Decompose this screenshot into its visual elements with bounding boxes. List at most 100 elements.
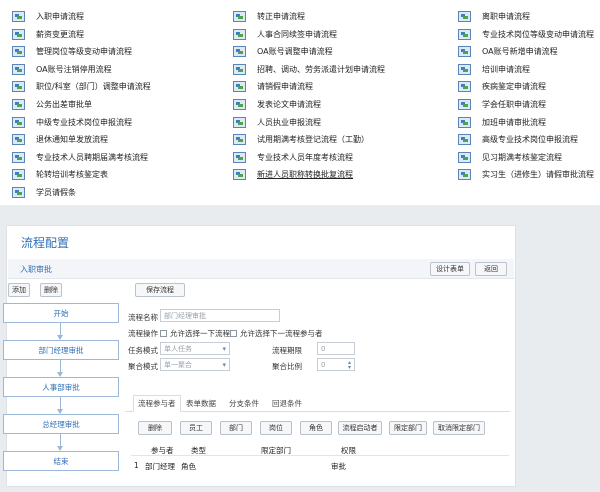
flow-step-start[interactable]: 开始 xyxy=(3,303,119,323)
flow-link[interactable]: 中级专业技术岗位申报流程 xyxy=(12,114,132,131)
flow-diagram-icon xyxy=(12,134,25,146)
flow-diagram-icon xyxy=(12,63,25,75)
flow-diagram-icon xyxy=(458,46,471,58)
tab-branch-conditions[interactable]: 分支条件 xyxy=(225,395,263,412)
add-department-button[interactable]: 部门 xyxy=(220,421,252,435)
flow-link[interactable]: 离职申请流程 xyxy=(458,8,530,25)
flow-link[interactable]: 发表论文申请流程 xyxy=(233,96,321,113)
stepper-arrows-icon[interactable]: ▴ ▾ xyxy=(348,360,351,371)
tab-form-data[interactable]: 表单数据 xyxy=(182,395,220,412)
flow-diagram-icon xyxy=(233,28,246,40)
flow-link[interactable]: 高级专业技术岗位申报流程 xyxy=(458,131,578,148)
flow-link[interactable]: 专业技术人员聘期届满考核流程 xyxy=(12,149,148,166)
flow-link[interactable]: 招聘、调动、劳务派遣计划申请流程 xyxy=(233,61,385,78)
column-header: 类型 xyxy=(191,446,206,455)
flow-link[interactable]: 退休通知单发放流程 xyxy=(12,131,108,148)
flow-subtitle: 入职审批 xyxy=(20,265,52,274)
flow-starter-button[interactable]: 流程启动者 xyxy=(338,421,382,435)
flow-link[interactable]: 学会任职申请流程 xyxy=(458,96,546,113)
flow-link[interactable]: 培训申请流程 xyxy=(458,61,530,78)
flow-link[interactable]: OA账号新增申请流程 xyxy=(458,43,558,60)
add-employee-button[interactable]: 员工 xyxy=(180,421,212,435)
flow-link-label: 新进人员职称转换批复流程 xyxy=(257,170,353,180)
flow-step-hr[interactable]: 人事部审批 xyxy=(3,377,119,397)
flow-link[interactable]: 专业技术岗位等级变动申请流程 xyxy=(458,26,594,43)
cancel-restrict-dept-button[interactable]: 取消限定部门 xyxy=(433,421,485,435)
flow-diagram-icon xyxy=(458,134,471,146)
task-mode-value: 单人任务 xyxy=(164,344,192,353)
tab-bar: 流程参与者 表单数据 分支条件 回退条件 xyxy=(125,395,510,412)
flow-link[interactable]: 薪资变更流程 xyxy=(12,26,84,43)
flow-link-label: 实习生（进修生）请假审批流程 xyxy=(482,170,594,180)
row-number: 1 xyxy=(134,461,139,470)
flow-diagram-icon xyxy=(12,169,25,181)
flow-link[interactable]: 请销假申请流程 xyxy=(233,78,313,95)
flow-link[interactable]: 管理岗位等级变动申请流程 xyxy=(12,43,132,60)
flow-link-label: 学员请假条 xyxy=(36,188,76,197)
flow-arrow xyxy=(57,434,63,451)
table-header xyxy=(131,442,509,456)
restrict-dept-button[interactable]: 限定部门 xyxy=(389,421,427,435)
flow-link[interactable]: 人事合同续签申请流程 xyxy=(233,26,337,43)
tab-participants[interactable]: 流程参与者 xyxy=(133,395,181,412)
flow-link[interactable]: 实习生（进修生）请假审批流程 xyxy=(458,166,594,183)
flow-link[interactable]: 公务出差审批单 xyxy=(12,96,92,113)
add-role-button[interactable]: 角色 xyxy=(300,421,332,435)
flow-link-label: 退休通知单发放流程 xyxy=(36,135,108,145)
save-flow-button[interactable]: 保存流程 xyxy=(135,283,185,297)
flow-link[interactable]: 试用期满考核登记流程（工勤） xyxy=(233,131,369,148)
flow-link[interactable]: 加班申请审批流程 xyxy=(458,114,546,131)
flow-link[interactable]: 转正申请流程 xyxy=(233,8,305,25)
flow-link[interactable]: 职位/科室（部门）调整申请流程 xyxy=(12,78,151,95)
agg-mode-select[interactable]: 单一聚合 ▾ xyxy=(160,358,230,371)
tab-rollback-conditions[interactable]: 回退条件 xyxy=(268,395,306,412)
flow-link[interactable]: 轮转培训考核鉴定表 xyxy=(12,166,108,183)
flow-diagram-icon xyxy=(12,81,25,93)
add-position-button[interactable]: 岗位 xyxy=(260,421,292,435)
agg-mode-label: 聚合模式 xyxy=(128,362,158,371)
flow-arrow xyxy=(57,323,63,340)
flow-diagram-icon xyxy=(233,134,246,146)
flow-link[interactable]: 疾病鉴定申请流程 xyxy=(458,78,546,95)
flow-limit-label: 流程期限 xyxy=(272,346,302,355)
perm-cell: 审批 xyxy=(331,462,346,471)
participant-delete-button[interactable]: 删除 xyxy=(138,421,172,435)
flow-link-label: OA账号调整申请流程 xyxy=(257,47,333,57)
flow-link-label: 请销假申请流程 xyxy=(257,82,313,92)
flow-limit-input[interactable]: 0 xyxy=(317,342,355,355)
flow-link[interactable]: 学员请假条 xyxy=(12,184,76,201)
flow-step-gm[interactable]: 总经理审批 xyxy=(3,414,119,434)
allow-select-next-flow-checkbox[interactable]: 允许选择一下流程 xyxy=(155,328,230,339)
flow-name-label: 流程名称 xyxy=(128,313,158,322)
flow-diagram-icon xyxy=(233,11,246,22)
add-button[interactable]: 添加 xyxy=(8,283,30,297)
flow-link[interactable]: 入职申请流程 xyxy=(12,8,84,25)
flow-link-label: 加班申请审批流程 xyxy=(482,117,546,127)
flow-link[interactable]: OA账号注销停用流程 xyxy=(12,61,112,78)
flow-arrow xyxy=(57,360,63,377)
flow-link-label: 学会任职申请流程 xyxy=(482,100,546,109)
flow-link-label: 轮转培训考核鉴定表 xyxy=(36,170,108,180)
task-mode-select[interactable]: 单人任务 ▾ xyxy=(160,342,230,355)
flow-op-label: 流程操作 xyxy=(128,329,158,338)
flow-link[interactable]: 专业技术人员年度考核流程 xyxy=(233,149,353,166)
flow-link[interactable]: 人员执业申报流程 xyxy=(233,114,321,131)
flow-diagram-icon xyxy=(12,187,25,198)
flow-diagram-icon xyxy=(233,169,246,181)
allow-select-participant-checkbox[interactable]: 允许选择下一流程参与者 xyxy=(225,328,323,339)
back-button[interactable]: 返回 xyxy=(475,262,507,276)
flow-step-dept-manager[interactable]: 部门经理审批 xyxy=(3,340,119,360)
column-header: 参与者 xyxy=(151,446,174,455)
flow-name-input[interactable]: 部门经理审批 xyxy=(160,309,280,322)
flow-link-label: 专业技术人员年度考核流程 xyxy=(257,152,353,162)
agg-ratio-stepper[interactable]: 0 ▴ ▾ xyxy=(317,358,355,371)
design-form-button[interactable]: 设计表单 xyxy=(430,262,470,276)
flow-link[interactable]: 新进人员职称转换批复流程 xyxy=(233,166,353,183)
flow-link[interactable]: 见习期满考核鉴定流程 xyxy=(458,149,562,166)
checkbox-icon xyxy=(230,330,237,337)
delete-button[interactable]: 删除 xyxy=(40,283,62,297)
flow-diagram-icon xyxy=(233,81,246,93)
flow-link[interactable]: OA账号调整申请流程 xyxy=(233,43,333,60)
flow-diagram-icon xyxy=(458,28,471,40)
flow-step-end[interactable]: 结束 xyxy=(3,451,119,471)
